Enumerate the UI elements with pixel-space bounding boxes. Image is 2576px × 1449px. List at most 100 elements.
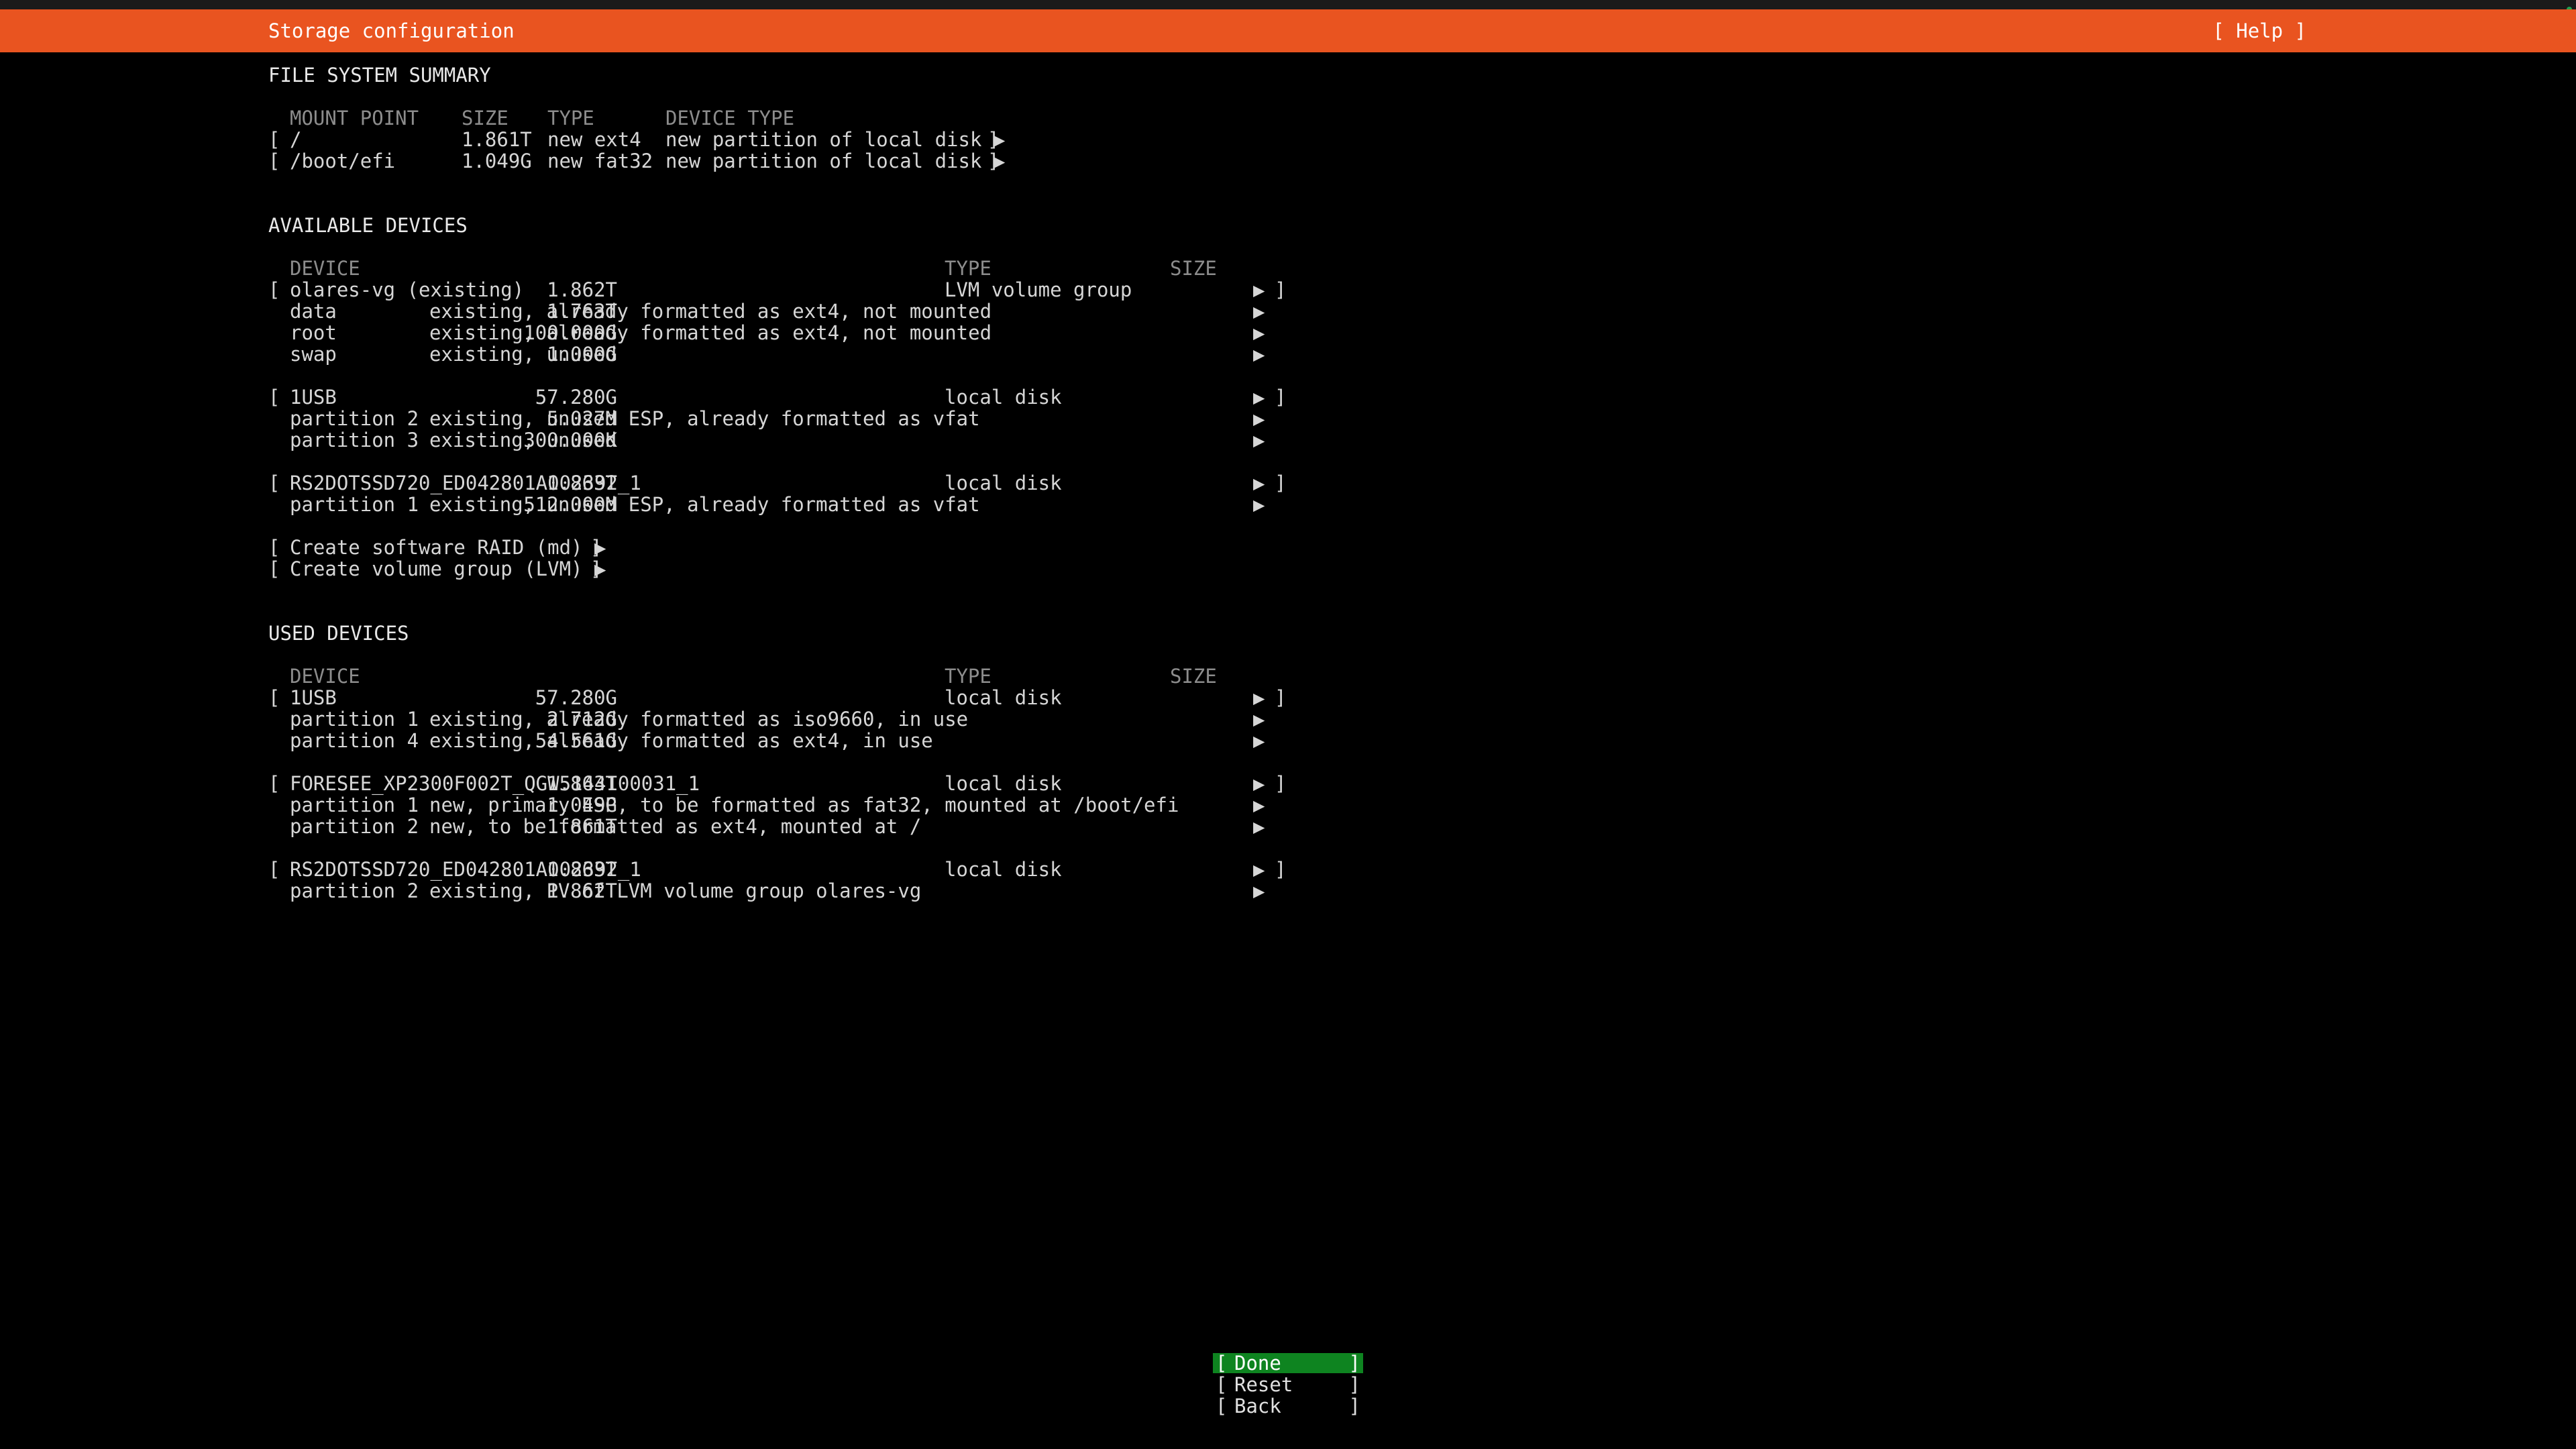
fs-row-boot-efi[interactable]: [ /boot/efi 1.049G new fat32 new partiti… <box>268 150 1301 172</box>
partition-name: partition 1 <box>290 493 419 516</box>
partition-desc: new, primary ESP, to be formatted as fat… <box>429 794 1179 816</box>
fs-size: 1.861T <box>462 128 532 151</box>
bracket-open: [ <box>268 557 280 580</box>
create-raid-button[interactable]: [ Create software RAID (md) ▶ ] <box>268 537 1301 558</box>
col-device-type: DEVICE TYPE <box>665 107 795 129</box>
partition-size: 1.861T <box>547 815 617 838</box>
used-device-row-rs2dotssd[interactable]: [ RS2DOTSSD720_ED042801A002392_1 local d… <box>268 859 1301 880</box>
expand-arrow-icon: ▶ <box>1253 386 1265 409</box>
create-vg-button[interactable]: [ Create volume group (LVM) ▶ ] <box>268 558 1301 580</box>
mount-point: /boot/efi <box>290 150 396 172</box>
partition-row[interactable]: partition 1 existing, unused ESP, alread… <box>268 494 1301 515</box>
bracket-open: [ <box>268 386 280 409</box>
partition-name: partition 1 <box>290 794 419 816</box>
lv-row-swap[interactable]: swap existing, unused 1.000G ▶ <box>268 343 1301 365</box>
expand-arrow-icon: ▶ <box>1253 794 1265 816</box>
title-bar: Storage configuration [ Help ] <box>0 9 2576 52</box>
bracket-close: ] <box>1275 858 1287 881</box>
used-device-row-foresee[interactable]: [ FORESEE_XP2300F002T_QGW5144100031_1 lo… <box>268 773 1301 794</box>
col-type: TYPE <box>547 107 594 129</box>
bracket-close: ] <box>987 128 1000 151</box>
col-size: SIZE <box>1170 257 1217 280</box>
device-size: 1.863T <box>547 772 617 795</box>
partition-desc: existing, already formatted as ext4, in … <box>429 729 933 752</box>
bracket-close: ] <box>590 536 602 559</box>
device-size: 1.863T <box>547 858 617 881</box>
lv-name: swap <box>290 343 337 366</box>
used-device-row-1usb[interactable]: [ 1USB local disk 57.280G ▶ ] <box>268 687 1301 708</box>
partition-desc: existing, unused ESP, already formatted … <box>429 407 980 430</box>
used-devices-heading: USED DEVICES <box>268 622 409 645</box>
device-name: olares-vg (existing) <box>290 278 525 301</box>
partition-name: partition 3 <box>290 429 419 451</box>
fs-row-root[interactable]: [ / 1.861T new ext4 new partition of loc… <box>268 129 1301 150</box>
bracket-open: [ <box>268 278 280 301</box>
bracket-open: [ <box>268 686 280 709</box>
device-type: new partition of local disk ▶ <box>665 128 1006 151</box>
bracket-open: [ <box>268 858 280 881</box>
partition-size: 1.049G <box>547 794 617 816</box>
expand-arrow-icon: ▶ <box>1253 278 1265 301</box>
partition-size: 512.000M <box>523 493 617 516</box>
mount-point: / <box>290 128 302 151</box>
expand-arrow-icon: ▶ <box>1253 300 1265 323</box>
expand-arrow-icon: ▶ <box>1253 472 1265 494</box>
col-size: SIZE <box>462 107 508 129</box>
lv-row-root[interactable]: root existing, already formatted as ext4… <box>268 322 1301 343</box>
partition-row[interactable]: partition 3 existing, unused 300.000K ▶ <box>268 429 1301 451</box>
lv-row-data[interactable]: data existing, already formatted as ext4… <box>268 301 1301 322</box>
device-name: 1USB <box>290 386 337 409</box>
partition-row[interactable]: partition 4 existing, already formatted … <box>268 730 1301 751</box>
expand-arrow-icon: ▶ <box>1253 686 1265 709</box>
device-size: 57.280G <box>535 386 617 409</box>
bracket-open: [ <box>1216 1395 1228 1417</box>
action-label: Create volume group (LVM) ▶ <box>290 557 606 580</box>
col-device: DEVICE <box>290 257 360 280</box>
bracket-close: ] <box>1348 1395 1360 1417</box>
col-device: DEVICE <box>290 665 360 688</box>
bracket-open: [ <box>268 150 280 172</box>
device-type: local disk <box>945 472 1062 494</box>
bracket-close: ] <box>1275 278 1287 301</box>
bracket-open: [ <box>268 772 280 795</box>
lv-size: 1.763T <box>547 300 617 323</box>
reset-button[interactable]: [ Reset ] <box>1213 1375 1363 1395</box>
help-button[interactable]: [ Help ] <box>2212 19 2306 43</box>
partition-desc: existing, unused ESP, already formatted … <box>429 493 980 516</box>
fs-summary-heading: FILE SYSTEM SUMMARY <box>268 64 491 87</box>
bracket-open: [ <box>268 536 280 559</box>
back-label: Back <box>1234 1395 1281 1417</box>
bracket-close: ] <box>1275 386 1287 409</box>
device-name: 1USB <box>290 686 337 709</box>
device-row-rs2dotssd[interactable]: [ RS2DOTSSD720_ED042801A002392_1 local d… <box>268 472 1301 494</box>
lv-size: 1.000G <box>547 343 617 366</box>
partition-row[interactable]: partition 2 new, to be formatted as ext4… <box>268 816 1301 837</box>
partition-row[interactable]: partition 2 existing, unused ESP, alread… <box>268 408 1301 429</box>
expand-arrow-icon: ▶ <box>1253 729 1265 752</box>
device-type: LVM volume group <box>945 278 1132 301</box>
fs-type: new ext4 <box>547 128 641 151</box>
partition-row[interactable]: partition 2 existing, PV of LVM volume g… <box>268 880 1301 902</box>
bracket-close: ] <box>1275 472 1287 494</box>
partition-name: partition 2 <box>290 407 419 430</box>
partition-desc: existing, already formatted as iso9660, … <box>429 708 969 731</box>
expand-arrow-icon: ▶ <box>1253 343 1265 366</box>
device-row-1usb[interactable]: [ 1USB local disk 57.280G ▶ ] <box>268 386 1301 408</box>
device-row-olares-vg[interactable]: [ olares-vg (existing) LVM volume group … <box>268 279 1301 301</box>
lv-desc: existing, already formatted as ext4, not… <box>429 300 992 323</box>
partition-row[interactable]: partition 1 new, primary ESP, to be form… <box>268 794 1301 816</box>
device-size: 1.863T <box>547 472 617 494</box>
top-strip <box>0 0 2576 12</box>
col-type: TYPE <box>945 257 991 280</box>
back-button[interactable]: [ Back ] <box>1213 1396 1363 1416</box>
device-type: local disk <box>945 386 1062 409</box>
available-devices-heading: AVAILABLE DEVICES <box>268 214 468 237</box>
done-button[interactable]: [ Done ] <box>1213 1353 1363 1373</box>
installer-screen: Storage configuration [ Help ] FILE SYST… <box>0 0 2576 1449</box>
expand-arrow-icon: ▶ <box>1253 772 1265 795</box>
bracket-open: [ <box>268 128 280 151</box>
available-header: DEVICE TYPE SIZE <box>268 258 1301 279</box>
bracket-close: ] <box>1348 1373 1360 1396</box>
expand-arrow-icon: ▶ <box>1253 407 1265 430</box>
partition-row[interactable]: partition 1 existing, already formatted … <box>268 708 1301 730</box>
